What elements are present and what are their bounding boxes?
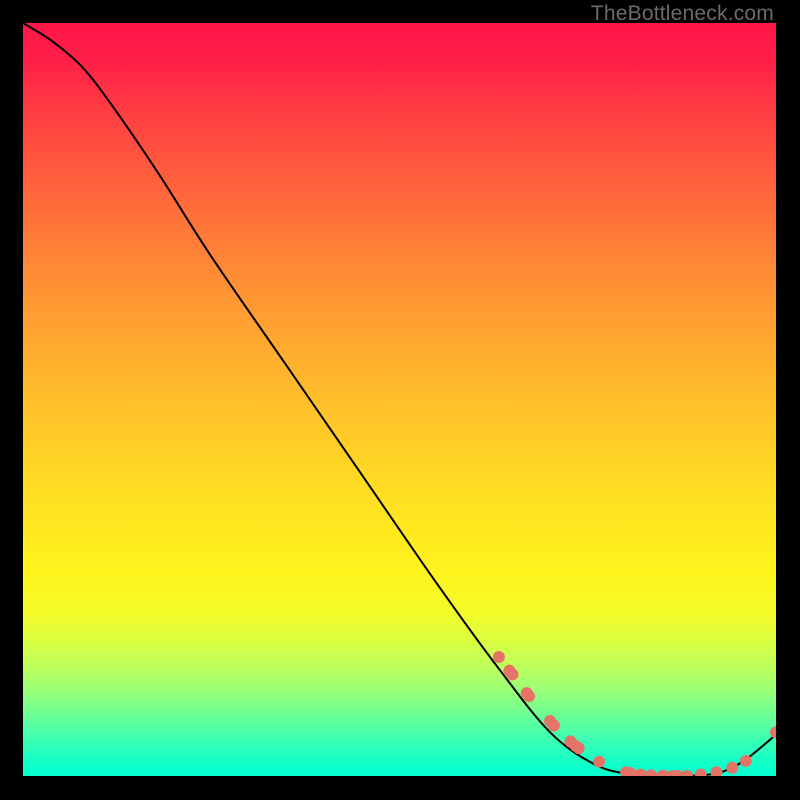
curve-line [23,23,776,776]
plot-area [23,23,776,776]
chart-container: TheBottleneck.com [0,0,800,800]
scatter-dots [493,651,776,776]
chart-svg [23,23,776,776]
watermark-text: TheBottleneck.com [591,2,774,26]
